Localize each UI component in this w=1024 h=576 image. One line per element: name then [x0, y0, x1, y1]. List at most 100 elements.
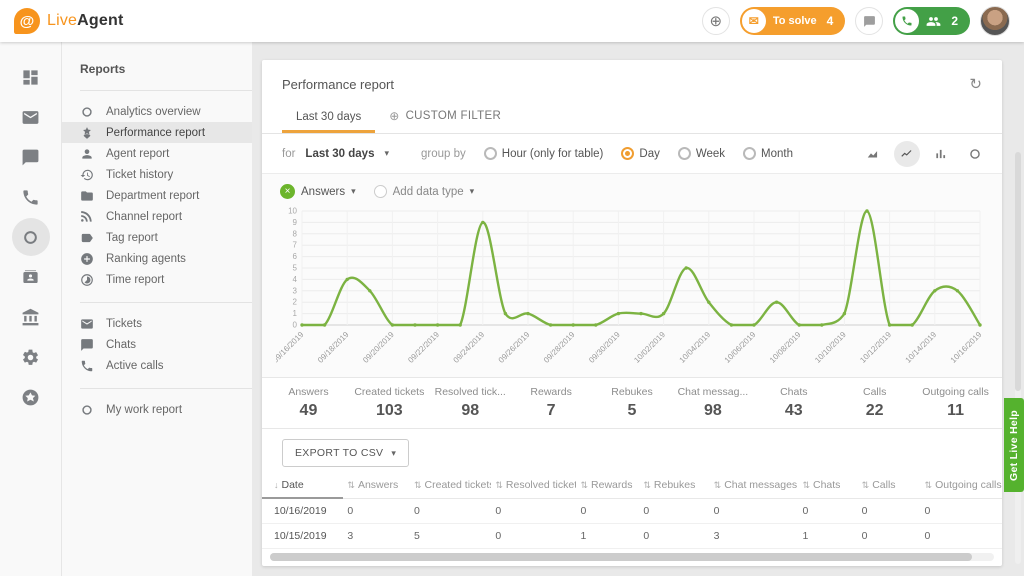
rail-chats-button[interactable] [12, 138, 50, 176]
table-header-row: ↓Date ⇅Answers ⇅Created tickets ⇅Resolve… [262, 475, 1002, 498]
sidebar-item-performance-report[interactable]: Performance report [62, 122, 252, 143]
sidebar-item-analytics-overview[interactable]: Analytics overview [62, 101, 252, 122]
svg-text:09/26/2019: 09/26/2019 [497, 330, 532, 365]
remove-chip-icon[interactable]: × [280, 184, 295, 199]
sidebar-item-ticket-history[interactable]: Ticket history [62, 164, 252, 185]
chevron-down-icon: ▾ [470, 186, 475, 197]
svg-text:6: 6 [293, 252, 298, 261]
liveagent-app: { "icons": { "sort_both": "⇅", "sort_des… [0, 0, 1024, 576]
radio-week[interactable]: Week [678, 147, 725, 160]
column-header-chat-messages[interactable]: ⇅Chat messages [710, 475, 799, 498]
horizontal-scrollbar [270, 553, 994, 561]
logo-bubble-icon: @ [14, 8, 40, 34]
rail-contacts-button[interactable] [12, 258, 50, 296]
stat-rewards: Rewards7 [511, 386, 592, 420]
get-live-help-tab[interactable]: Get Live Help [1004, 398, 1024, 492]
area-chart-button[interactable] [860, 141, 886, 167]
tab-last-30-days[interactable]: Last 30 days [282, 111, 375, 133]
calls-online-button[interactable]: 2 [893, 7, 970, 35]
radio-icon [743, 147, 756, 160]
export-to-csv-button[interactable]: EXPORT TO CSV ▾ [282, 439, 409, 467]
sidebar-item-chats[interactable]: Chats [62, 334, 252, 355]
svg-text:10/16/2019: 10/16/2019 [949, 330, 984, 365]
rail-calls-button[interactable] [12, 178, 50, 216]
column-header-date[interactable]: ↓Date [262, 475, 343, 498]
column-header-created-tickets[interactable]: ⇅Created tickets [410, 475, 491, 498]
rail-billing-button[interactable] [12, 298, 50, 336]
bar-chart-button[interactable] [928, 141, 954, 167]
table-cell: 0 [921, 498, 1002, 524]
sidebar-item-time-report[interactable]: Time report [62, 269, 252, 290]
bar-chart-icon [934, 147, 948, 161]
column-header-rewards[interactable]: ⇅Rewards [576, 475, 639, 498]
radio-icon [621, 147, 634, 160]
phone-icon [21, 188, 40, 207]
icon-rail [0, 42, 62, 576]
column-header-chats[interactable]: ⇅Chats [798, 475, 857, 498]
table-cell: 0 [798, 498, 857, 524]
rail-dashboard-button[interactable] [12, 58, 50, 96]
svg-text:7: 7 [293, 241, 298, 250]
table-cell: 0 [858, 498, 921, 524]
to-solve-button[interactable]: ✉ To solve 4 [740, 7, 846, 35]
data-type-chip-answers[interactable]: × Answers ▾ [280, 184, 356, 199]
sort-desc-icon: ↓ [274, 480, 279, 490]
sidebar-item-tickets[interactable]: Tickets [62, 313, 252, 334]
column-header-answers[interactable]: ⇅Answers [343, 475, 410, 498]
donut-chart-button[interactable] [962, 141, 988, 167]
user-avatar[interactable] [980, 6, 1010, 36]
radio-month[interactable]: Month [743, 147, 793, 160]
sidebar-item-agent-report[interactable]: Agent report [62, 143, 252, 164]
column-header-resolved-tickets[interactable]: ⇅Resolved tickets [491, 475, 576, 498]
sidebar-item-channel-report[interactable]: Channel report [62, 206, 252, 227]
rail-star-button[interactable] [12, 378, 50, 416]
tag-icon [80, 231, 94, 245]
svg-text:09/28/2019: 09/28/2019 [542, 330, 577, 365]
folder-icon [80, 189, 94, 203]
answers-line-chart[interactable]: 01234567891009/16/201909/18/201909/20/20… [276, 205, 988, 377]
sidebar-item-ranking-agents[interactable]: Ranking agents [62, 248, 252, 269]
sidebar-item-department-report[interactable]: Department report [62, 185, 252, 206]
stat-calls: Calls22 [834, 386, 915, 420]
chat-icon [21, 148, 40, 167]
sort-icon: ⇅ [714, 480, 722, 490]
chats-queue-button[interactable] [855, 7, 883, 35]
liveagent-logo[interactable]: @ LiveAgent [14, 8, 123, 34]
table-cell: 10/16/2019 [262, 498, 343, 524]
sort-icon: ⇅ [414, 480, 422, 490]
divider [80, 388, 252, 389]
table-row[interactable]: 10/15/2019350103100 [262, 524, 1002, 549]
range-select[interactable]: Last 30 days [305, 148, 374, 160]
summary-stats: Answers49 Created tickets103 Resolved ti… [262, 377, 1002, 429]
svg-text:09/22/2019: 09/22/2019 [406, 330, 441, 365]
rail-settings-button[interactable] [12, 338, 50, 376]
column-header-rebukes[interactable]: ⇅Rebukes [639, 475, 709, 498]
horizontal-scrollbar-thumb[interactable] [270, 553, 972, 561]
plus-circle-icon [80, 252, 94, 266]
column-header-calls[interactable]: ⇅Calls [858, 475, 921, 498]
radio-day[interactable]: Day [621, 147, 659, 160]
sidebar-item-my-work-report[interactable]: My work report [62, 399, 252, 420]
create-new-button[interactable]: ⊕ [702, 7, 730, 35]
vertical-scrollbar [1015, 152, 1021, 564]
radio-hour[interactable]: Hour (only for table) [484, 147, 604, 160]
stat-chat-messages: Chat messag...98 [672, 386, 753, 420]
rail-reports-button[interactable] [12, 218, 50, 256]
table-cell: 0 [858, 524, 921, 549]
chevron-down-icon[interactable]: ▾ [384, 148, 389, 159]
table-row[interactable]: 10/16/2019000000000 [262, 498, 1002, 524]
sidebar-item-active-calls[interactable]: Active calls [62, 355, 252, 376]
history-clock-icon [80, 168, 94, 182]
plus-circle-icon: ⊕ [710, 12, 723, 30]
svg-text:09/30/2019: 09/30/2019 [587, 330, 622, 365]
line-chart-button[interactable] [894, 141, 920, 167]
tab-custom-filter[interactable]: ⊕ CUSTOM FILTER [375, 109, 515, 133]
vertical-scrollbar-thumb[interactable] [1015, 152, 1021, 391]
stat-chats: Chats43 [753, 386, 834, 420]
rail-tickets-button[interactable] [12, 98, 50, 136]
add-data-type-button[interactable]: Add data type ▾ [374, 185, 475, 198]
agents-people-icon [926, 14, 941, 29]
sidebar-item-tag-report[interactable]: Tag report [62, 227, 252, 248]
refresh-button[interactable]: ↻ [969, 77, 982, 92]
column-header-outgoing-calls[interactable]: ⇅Outgoing calls [921, 475, 1002, 498]
